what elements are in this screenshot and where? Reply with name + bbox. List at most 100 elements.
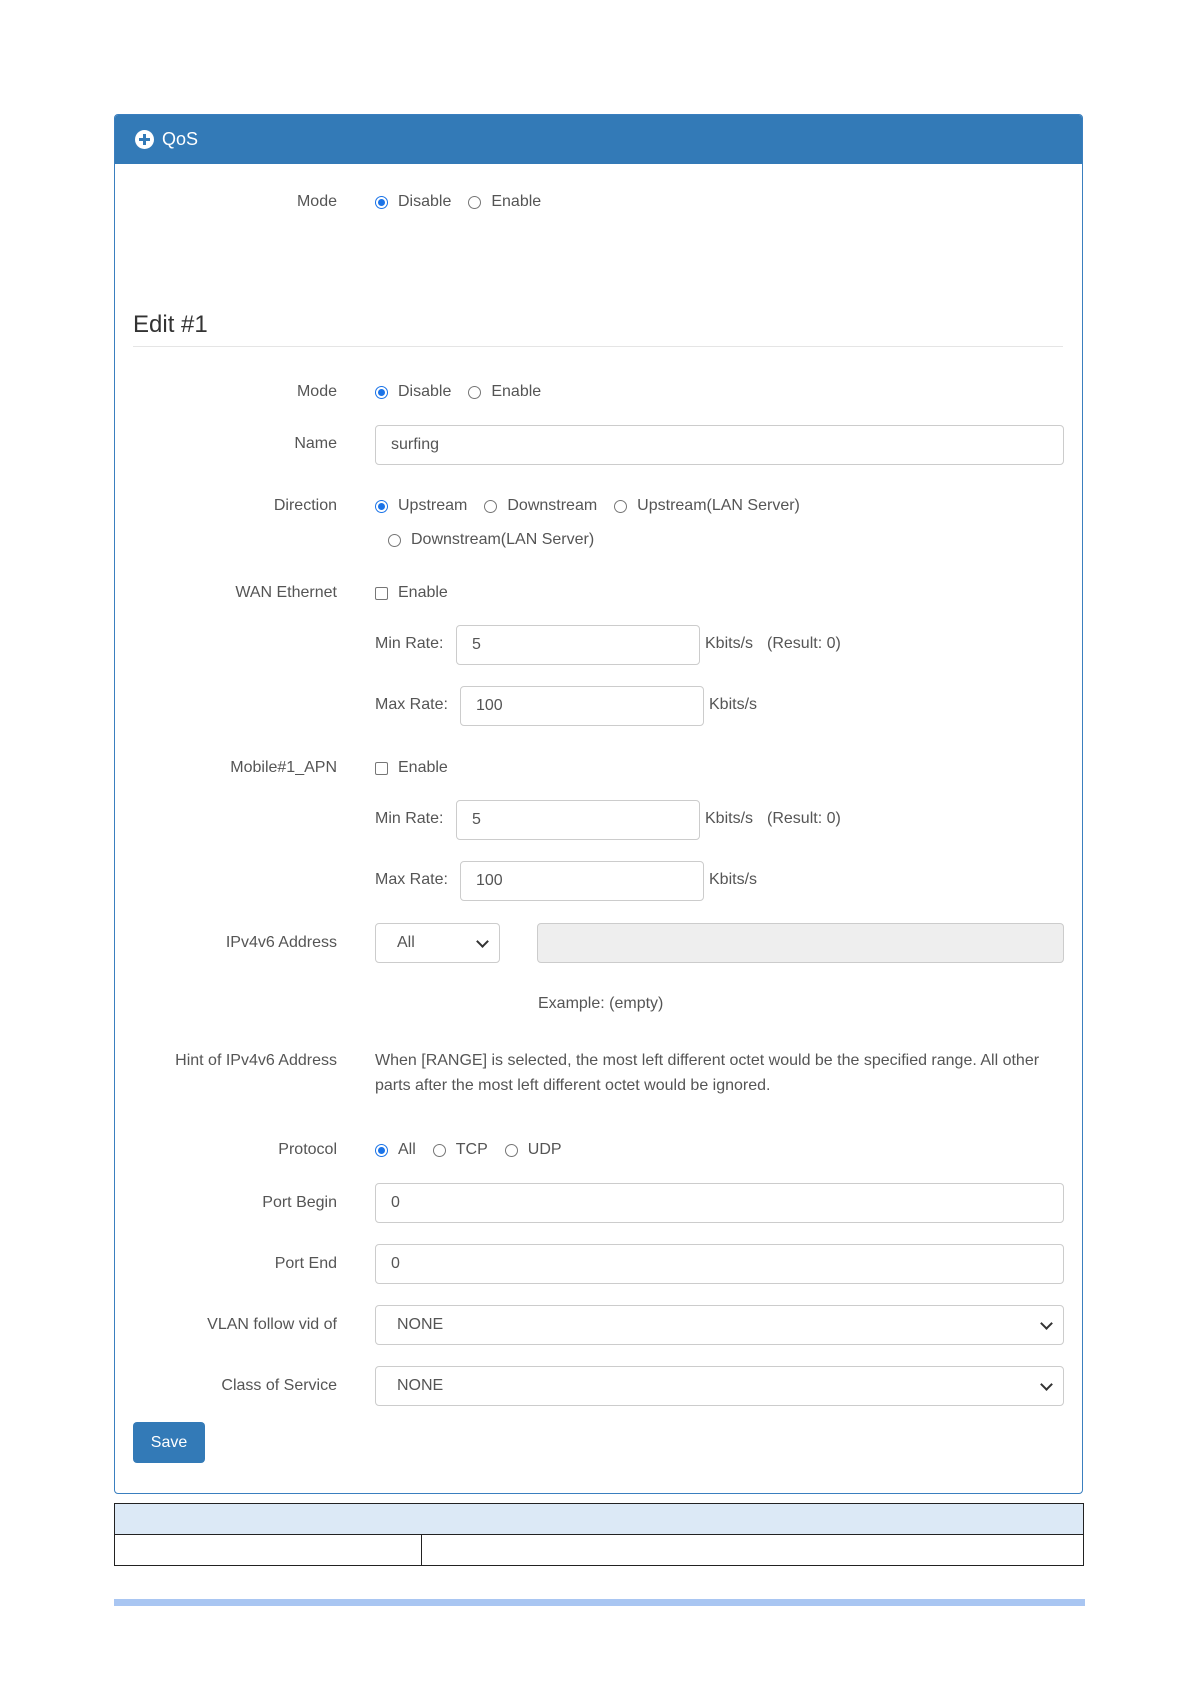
direction-downstream-lan-radio[interactable] [388, 533, 401, 547]
mode-radio-group: Disable Enable [375, 193, 558, 211]
protocol-udp-radio[interactable] [504, 1143, 518, 1157]
protocol-radio-group: All TCP UDP [375, 1141, 579, 1159]
wan-enable-checkbox[interactable] [375, 586, 388, 600]
mobile-max-rate-label: Max Rate: [375, 871, 448, 888]
table-header-row [115, 1504, 1083, 1535]
direction-downstream-option[interactable]: Downstream [484, 497, 597, 515]
direction-upstream-label: Upstream [398, 497, 468, 514]
direction-downstream-lan-option[interactable]: Downstream(LAN Server) [388, 531, 594, 549]
mobile-max-rate-unit: Kbits/s [709, 871, 758, 888]
wan-max-rate-value: 100 [476, 697, 503, 714]
hint-label: Hint of IPv4v6 Address [175, 1052, 337, 1069]
plus-circle-icon[interactable] [135, 130, 154, 149]
wan-max-rate-unit: Kbits/s [709, 696, 758, 713]
mode-label: Mode [296, 193, 337, 210]
edit-mode-disable-option[interactable]: Disable [375, 383, 451, 401]
port-end-input[interactable]: 0 [375, 1244, 1064, 1284]
vlan-select[interactable]: NONE [375, 1305, 1064, 1345]
mobile-min-rate-input[interactable]: 5 [456, 800, 700, 840]
protocol-all-radio[interactable] [375, 1143, 388, 1157]
table-column-divider [421, 1534, 422, 1565]
wan-min-rate-unit-text: Kbits/s [705, 635, 754, 652]
mobile-max-rate-input[interactable]: 100 [460, 861, 704, 901]
direction-upstream-lan-radio[interactable] [614, 499, 628, 513]
mobile-min-rate-unit-text: Kbits/s [705, 810, 754, 827]
direction-upstream-lan-label: Upstream(LAN Server) [637, 497, 800, 514]
mode-enable-radio[interactable] [468, 195, 482, 209]
mobile-apn-label: Mobile#1_APN [230, 759, 337, 776]
edit-mode-disable-radio[interactable] [375, 385, 388, 399]
cos-label: Class of Service [221, 1377, 337, 1394]
protocol-all-option[interactable]: All [375, 1141, 416, 1159]
ip-address-select-value: All [397, 934, 415, 951]
mobile-max-rate-value: 100 [476, 872, 503, 889]
footer-bar [114, 1599, 1085, 1606]
empty-table [114, 1503, 1084, 1566]
mode-disable-label: Disable [398, 193, 452, 210]
direction-upstream-radio[interactable] [375, 499, 388, 513]
vlan-label: VLAN follow vid of [207, 1316, 337, 1333]
direction-downstream-lan-label: Downstream(LAN Server) [411, 531, 595, 548]
mobile-min-rate-value: 5 [472, 811, 481, 828]
wan-min-rate-value: 5 [472, 636, 481, 653]
mode-disable-radio[interactable] [375, 195, 388, 209]
panel-title: QoS [162, 129, 199, 149]
protocol-udp-option[interactable]: UDP [504, 1141, 562, 1159]
protocol-tcp-radio[interactable] [432, 1143, 446, 1157]
cos-select-value: NONE [397, 1377, 444, 1394]
ip-address-select[interactable]: All [375, 923, 500, 963]
wan-min-rate-label: Min Rate: [375, 635, 444, 652]
protocol-label: Protocol [278, 1141, 337, 1158]
edit-mode-radio-group: Disable Enable [375, 383, 558, 401]
mobile-enable-option[interactable]: Enable [375, 759, 448, 777]
edit-mode-enable-radio[interactable] [468, 385, 482, 399]
edit-mode-disable-label: Disable [398, 383, 452, 400]
edit-mode-label: Mode [296, 383, 337, 400]
edit-mode-enable-label: Enable [491, 383, 542, 400]
mobile-min-rate-unit: Kbits/s (Result: 0) [705, 810, 841, 828]
protocol-all-label: All [398, 1141, 416, 1158]
direction-radio-group-row2: Downstream(LAN Server) [388, 531, 611, 549]
mode-disable-option[interactable]: Disable [375, 193, 451, 211]
name-input-value: surfing [391, 436, 440, 453]
panel-header[interactable]: QoS [115, 115, 1082, 164]
wan-ethernet-label: WAN Ethernet [235, 584, 337, 601]
direction-downstream-radio[interactable] [484, 499, 498, 513]
chevron-down-icon [1040, 1317, 1053, 1330]
hint-text: When [RANGE] is selected, the most left … [375, 1052, 1040, 1094]
direction-upstream-lan-option[interactable]: Upstream(LAN Server) [614, 497, 800, 515]
edit-mode-enable-option[interactable]: Enable [468, 383, 541, 401]
edit-section-title: Edit #1 [133, 311, 208, 338]
save-button[interactable]: Save [133, 1422, 205, 1463]
cos-select[interactable]: NONE [375, 1366, 1064, 1406]
port-end-label: Port End [274, 1255, 337, 1272]
mobile-enable-checkbox[interactable] [375, 761, 388, 775]
mobile-min-rate-label: Min Rate: [375, 810, 444, 827]
chevron-down-icon [1040, 1378, 1053, 1391]
mobile-enable-label: Enable [398, 759, 448, 776]
name-label: Name [294, 435, 337, 452]
chevron-down-icon [476, 935, 489, 948]
wan-max-rate-label: Max Rate: [375, 696, 448, 713]
protocol-tcp-option[interactable]: TCP [432, 1141, 488, 1159]
port-begin-label: Port Begin [262, 1194, 337, 1211]
wan-min-rate-result: (Result: 0) [767, 635, 841, 652]
wan-enable-label: Enable [398, 584, 448, 601]
direction-downstream-label: Downstream [507, 497, 598, 514]
ip-address-input[interactable] [537, 923, 1064, 963]
direction-radio-group: Upstream Downstream Upstream(LAN Server) [375, 497, 817, 515]
mode-enable-option[interactable]: Enable [468, 193, 541, 211]
ip-address-label: IPv4v6 Address [225, 934, 337, 951]
protocol-tcp-label: TCP [455, 1141, 488, 1158]
port-begin-value: 0 [391, 1194, 400, 1211]
wan-min-rate-input[interactable]: 5 [456, 625, 700, 665]
ip-address-example: Example: (empty) [538, 995, 664, 1012]
mobile-min-rate-result: (Result: 0) [767, 810, 841, 827]
wan-max-rate-input[interactable]: 100 [460, 686, 704, 726]
port-end-value: 0 [391, 1255, 400, 1272]
name-input[interactable]: surfing [375, 425, 1064, 465]
port-begin-input[interactable]: 0 [375, 1183, 1064, 1223]
mode-enable-label: Enable [491, 193, 542, 210]
wan-enable-option[interactable]: Enable [375, 584, 448, 602]
direction-upstream-option[interactable]: Upstream [375, 497, 467, 515]
